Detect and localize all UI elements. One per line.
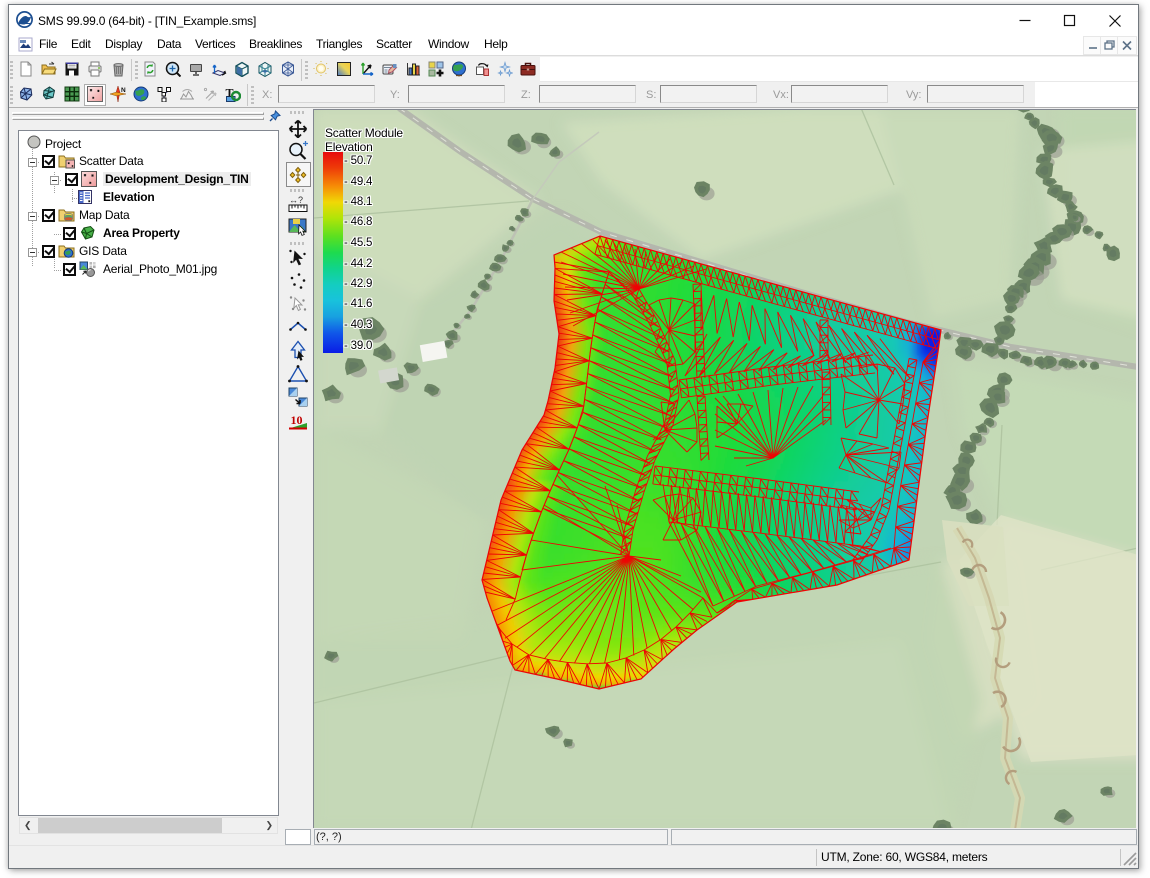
- svg-text:N: N: [121, 87, 126, 94]
- svg-text:10: 10: [291, 413, 303, 427]
- svg-text:↔?: ↔?: [289, 195, 303, 205]
